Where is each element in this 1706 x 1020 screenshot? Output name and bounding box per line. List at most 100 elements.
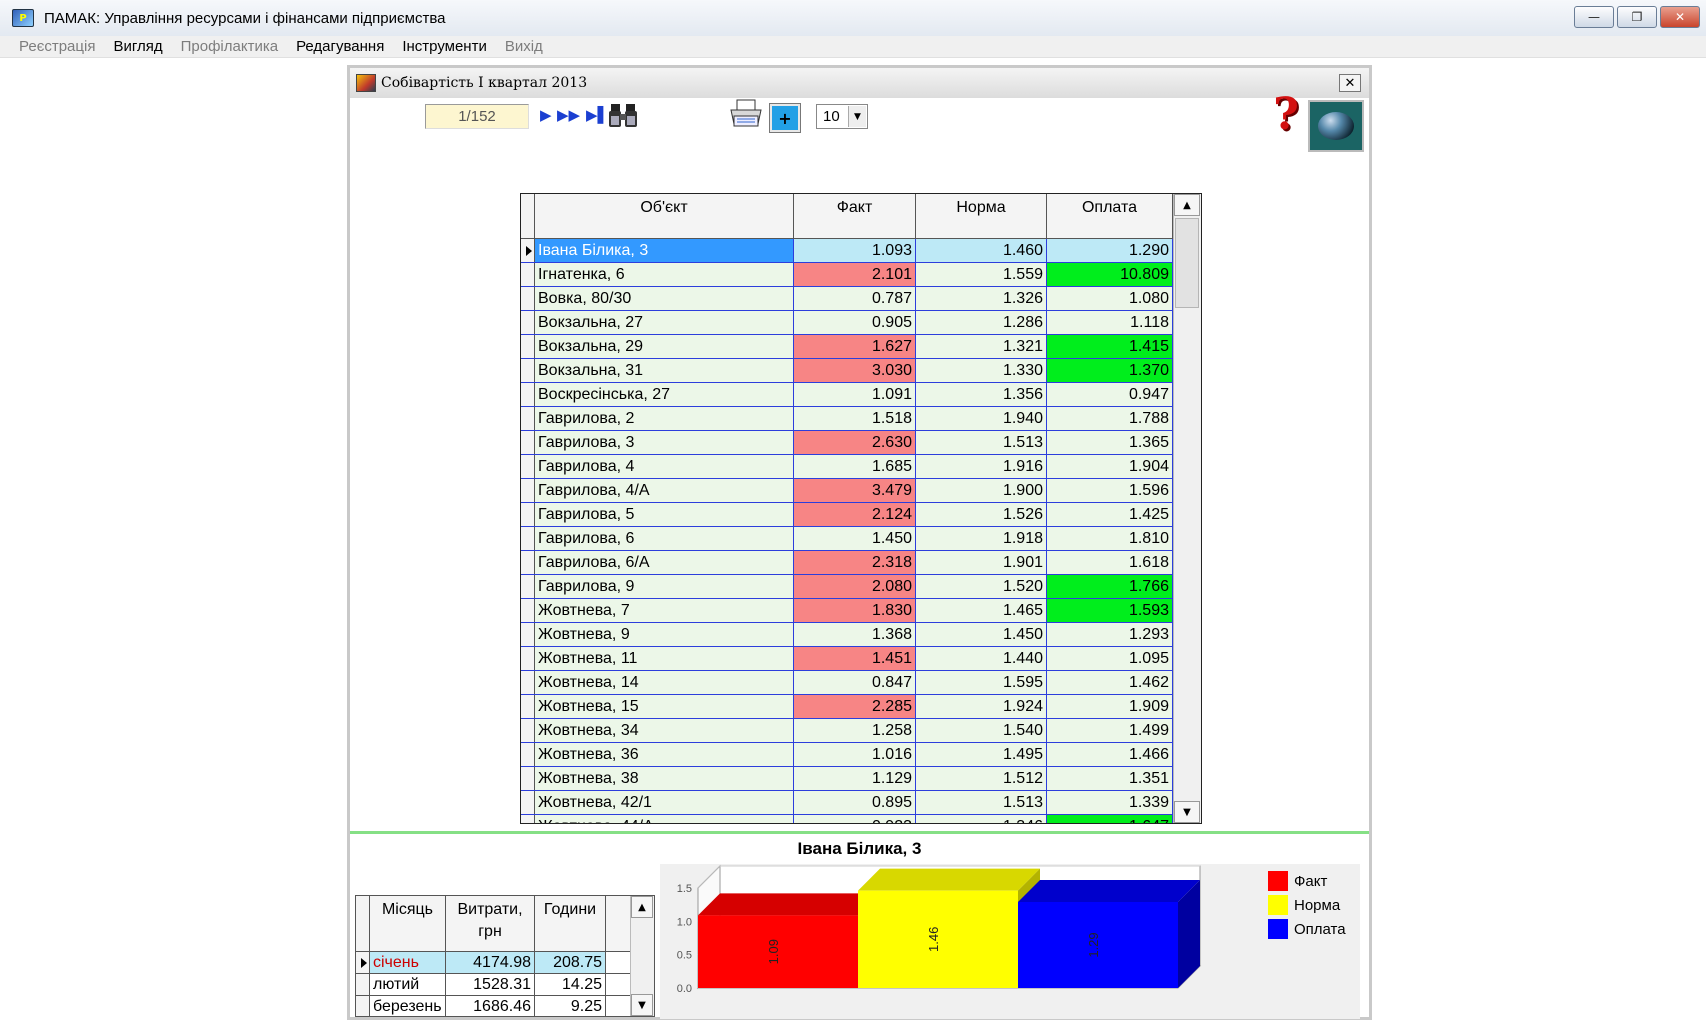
- row-indicator[interactable]: [521, 383, 535, 406]
- cell-norm[interactable]: 1.330: [916, 359, 1047, 382]
- cell-payment[interactable]: 1.810: [1047, 527, 1173, 550]
- row-indicator[interactable]: [521, 311, 535, 334]
- cell-object[interactable]: Гаврилова, 9: [535, 575, 794, 598]
- cell-object[interactable]: Івана Білика, 3: [535, 239, 794, 262]
- cell-payment[interactable]: 1.647: [1047, 815, 1173, 823]
- row-indicator[interactable]: [521, 647, 535, 670]
- table-row[interactable]: Жовтнева, 42/1 0.895 1.513 1.339: [521, 791, 1173, 815]
- cell-cost[interactable]: 4174.98: [446, 952, 535, 973]
- monthly-table[interactable]: Місяць Витрати, грн Години січень 4174.98…: [355, 895, 655, 1017]
- cell-fact[interactable]: 2.285: [794, 695, 916, 718]
- table-row[interactable]: Вокзальна, 29 1.627 1.321 1.415: [521, 335, 1173, 359]
- cell-fact[interactable]: 3.030: [794, 359, 916, 382]
- cell-object[interactable]: Вокзальна, 29: [535, 335, 794, 358]
- cell-norm[interactable]: 1.900: [916, 479, 1047, 502]
- row-indicator[interactable]: [521, 479, 535, 502]
- cell-fact[interactable]: 1.451: [794, 647, 916, 670]
- cell-norm[interactable]: 1.940: [916, 407, 1047, 430]
- row-indicator[interactable]: [356, 974, 370, 995]
- cell-payment[interactable]: 1.618: [1047, 551, 1173, 574]
- cell-norm[interactable]: 1.440: [916, 647, 1047, 670]
- cell-object[interactable]: Жовтнева, 42/1: [535, 791, 794, 814]
- cell-payment[interactable]: 1.593: [1047, 599, 1173, 622]
- row-indicator[interactable]: [521, 239, 535, 262]
- cost-table[interactable]: Об'єкт Факт Норма Оплата Івана Білика, 3…: [520, 193, 1202, 824]
- nav-fast-forward-icon[interactable]: ▶▶: [557, 106, 580, 124]
- cell-norm[interactable]: 1.595: [916, 671, 1047, 694]
- cell-object[interactable]: Гаврилова, 4/А: [535, 479, 794, 502]
- menu-view[interactable]: Вигляд: [104, 38, 171, 55]
- cell-object[interactable]: Жовтнева, 44/А: [535, 815, 794, 823]
- cell-object[interactable]: Жовтнева, 9: [535, 623, 794, 646]
- cell-payment[interactable]: 1.904: [1047, 455, 1173, 478]
- menu-tools[interactable]: Інструменти: [393, 38, 496, 55]
- cell-payment[interactable]: 1.425: [1047, 503, 1173, 526]
- row-indicator[interactable]: [521, 551, 535, 574]
- cell-month[interactable]: лютий: [370, 974, 446, 995]
- column-header-fact[interactable]: Факт: [794, 194, 916, 238]
- binoculars-icon[interactable]: [608, 102, 638, 130]
- cell-fact[interactable]: 2.630: [794, 431, 916, 454]
- row-indicator[interactable]: [521, 599, 535, 622]
- cell-norm[interactable]: 1.450: [916, 623, 1047, 646]
- table-row[interactable]: Гаврилова, 4 1.685 1.916 1.904: [521, 455, 1173, 479]
- cell-norm[interactable]: 1.513: [916, 431, 1047, 454]
- cell-payment[interactable]: 1.339: [1047, 791, 1173, 814]
- row-indicator[interactable]: [521, 455, 535, 478]
- cell-norm[interactable]: 1.901: [916, 551, 1047, 574]
- cell-payment[interactable]: 1.290: [1047, 239, 1173, 262]
- menu-maintenance[interactable]: Профілактика: [172, 38, 287, 55]
- cell-object[interactable]: Гаврилова, 6: [535, 527, 794, 550]
- cell-object[interactable]: Жовтнева, 34: [535, 719, 794, 742]
- table-row[interactable]: Жовтнева, 15 2.285 1.924 1.909: [521, 695, 1173, 719]
- orb-button[interactable]: [1308, 100, 1364, 152]
- cell-payment[interactable]: 1.415: [1047, 335, 1173, 358]
- nav-last-icon[interactable]: ▶▌: [586, 106, 609, 124]
- cell-fact[interactable]: 2.101: [794, 263, 916, 286]
- row-indicator[interactable]: [521, 407, 535, 430]
- table-row[interactable]: Вокзальна, 27 0.905 1.286 1.118: [521, 311, 1173, 335]
- cell-payment[interactable]: 1.365: [1047, 431, 1173, 454]
- row-indicator[interactable]: [521, 359, 535, 382]
- column-header-payment[interactable]: Оплата: [1047, 194, 1173, 238]
- minimize-button[interactable]: —: [1574, 6, 1614, 28]
- cell-fact[interactable]: 1.518: [794, 407, 916, 430]
- menu-edit[interactable]: Редагування: [287, 38, 393, 55]
- cell-norm[interactable]: 1.465: [916, 599, 1047, 622]
- cell-payment[interactable]: 1.095: [1047, 647, 1173, 670]
- table-row[interactable]: Гаврилова, 9 2.080 1.520 1.766: [521, 575, 1173, 599]
- column-header-month[interactable]: Місяць: [370, 896, 446, 951]
- cell-payment[interactable]: 1.118: [1047, 311, 1173, 334]
- cell-fact[interactable]: 0.923: [794, 815, 916, 823]
- table-row[interactable]: Вовка, 80/30 0.787 1.326 1.080: [521, 287, 1173, 311]
- cell-norm[interactable]: 1.356: [916, 383, 1047, 406]
- cell-fact[interactable]: 0.905: [794, 311, 916, 334]
- table-row[interactable]: Жовтнева, 11 1.451 1.440 1.095: [521, 647, 1173, 671]
- cell-fact[interactable]: 1.685: [794, 455, 916, 478]
- row-indicator[interactable]: [521, 263, 535, 286]
- table-row[interactable]: Івана Білика, 3 1.093 1.460 1.290: [521, 239, 1173, 263]
- cell-cost[interactable]: 1528.31: [446, 974, 535, 995]
- nav-next-icon[interactable]: ▶: [540, 106, 552, 124]
- row-indicator[interactable]: [521, 335, 535, 358]
- cell-norm[interactable]: 1.326: [916, 287, 1047, 310]
- row-indicator[interactable]: [356, 996, 370, 1016]
- scroll-up-icon[interactable]: ▲: [631, 896, 653, 918]
- scroll-thumb[interactable]: [1175, 218, 1199, 308]
- table-row[interactable]: Гаврилова, 4/А 3.479 1.900 1.596: [521, 479, 1173, 503]
- cell-object[interactable]: Жовтнева, 36: [535, 743, 794, 766]
- cell-norm[interactable]: 1.513: [916, 791, 1047, 814]
- column-header-cost[interactable]: Витрати, грн: [446, 896, 535, 951]
- menu-exit[interactable]: Вихід: [496, 38, 552, 55]
- page-size-select[interactable]: 10 ▼: [816, 104, 868, 129]
- cell-fact[interactable]: 1.368: [794, 623, 916, 646]
- table-row[interactable]: Гаврилова, 6/А 2.318 1.901 1.618: [521, 551, 1173, 575]
- table-row[interactable]: Жовтнева, 14 0.847 1.595 1.462: [521, 671, 1173, 695]
- cell-payment[interactable]: 1.080: [1047, 287, 1173, 310]
- cell-hours[interactable]: 208.75: [535, 952, 606, 973]
- cell-fact[interactable]: 2.318: [794, 551, 916, 574]
- cell-fact[interactable]: 1.830: [794, 599, 916, 622]
- row-indicator[interactable]: [521, 767, 535, 790]
- cell-object[interactable]: Жовтнева, 38: [535, 767, 794, 790]
- cell-payment[interactable]: 1.499: [1047, 719, 1173, 742]
